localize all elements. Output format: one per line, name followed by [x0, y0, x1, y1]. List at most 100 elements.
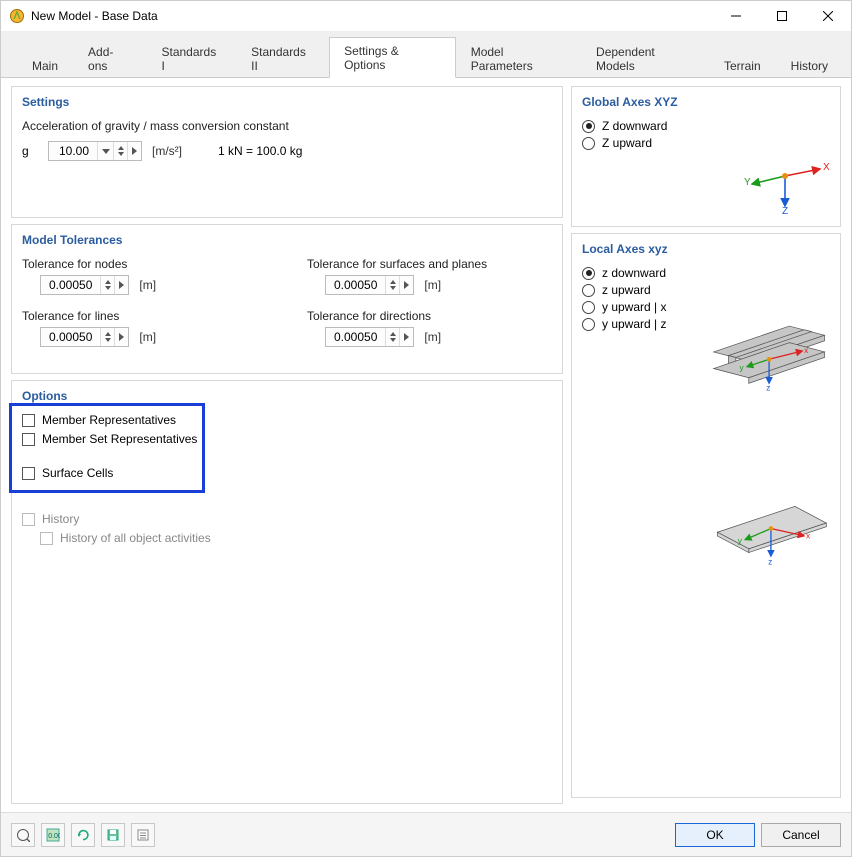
tab-addons[interactable]: Add-ons — [73, 38, 146, 78]
tab-terrain[interactable]: Terrain — [709, 52, 776, 78]
global-axes-preview: X Y Z — [582, 154, 830, 214]
svg-text:Y: Y — [744, 177, 751, 188]
settings-panel: Settings Acceleration of gravity / mass … — [11, 86, 563, 218]
close-button[interactable] — [805, 1, 851, 31]
titlebar: New Model - Base Data — [1, 1, 851, 31]
checkbox-icon — [40, 532, 53, 545]
tol-lines-spinner[interactable]: 0.00050 — [40, 327, 129, 347]
spinner-updown-icon — [100, 276, 114, 294]
g-unit: [m/s²] — [152, 144, 182, 158]
g-label: g — [22, 144, 42, 158]
g-value: 10.00 — [49, 144, 97, 158]
footer: 0.00 OK Cancel — [1, 812, 851, 856]
cancel-button-label: Cancel — [782, 828, 819, 842]
svg-text:z: z — [766, 383, 770, 393]
spinner-updown-icon — [385, 328, 399, 346]
accel-label: Acceleration of gravity / mass conversio… — [22, 119, 552, 133]
checkbox-icon — [22, 433, 35, 446]
spinner-updown-icon — [385, 276, 399, 294]
tolerances-panel: Model Tolerances Tolerance for nodes 0.0… — [11, 224, 563, 374]
arrow-right-icon — [114, 328, 128, 346]
tol-surfaces-spinner[interactable]: 0.00050 — [325, 275, 414, 295]
global-axes-panel: Global Axes XYZ Z downward Z upward X Y — [571, 86, 841, 227]
radio-local-z-upward[interactable]: z upward — [582, 283, 830, 297]
arrow-right-icon — [399, 276, 413, 294]
spinner-updown-icon — [100, 328, 114, 346]
tol-nodes-unit: [m] — [139, 278, 156, 292]
local-axes-beam-preview: x y z — [582, 306, 830, 396]
tol-nodes-value: 0.00050 — [41, 278, 100, 292]
tab-settings-options[interactable]: Settings & Options — [329, 37, 456, 78]
checkbox-label: Member Set Representatives — [42, 432, 197, 446]
radio-icon — [582, 120, 595, 133]
checkbox-history-all: History of all object activities — [40, 531, 552, 545]
radio-label: z downward — [602, 266, 666, 280]
footer-tool-list[interactable] — [131, 823, 155, 847]
ok-button[interactable]: OK — [675, 823, 755, 847]
ok-button-label: OK — [706, 828, 723, 842]
tol-surfaces-label: Tolerance for surfaces and planes — [307, 257, 552, 271]
tol-nodes-spinner[interactable]: 0.00050 — [40, 275, 129, 295]
tol-nodes-label: Tolerance for nodes — [22, 257, 267, 271]
checkbox-surface-cells[interactable]: Surface Cells — [22, 466, 552, 480]
tol-directions-spinner[interactable]: 0.00050 — [325, 327, 414, 347]
arrow-right-icon — [114, 276, 128, 294]
options-panel: Options Member Representatives Member Se… — [11, 380, 563, 804]
minimize-button[interactable] — [713, 1, 759, 31]
checkbox-member-set-reps[interactable]: Member Set Representatives — [22, 432, 552, 446]
footer-tool-precision[interactable]: 0.00 — [41, 823, 65, 847]
settings-title: Settings — [22, 95, 552, 109]
radio-z-downward[interactable]: Z downward — [582, 119, 830, 133]
window-title: New Model - Base Data — [31, 9, 158, 23]
local-axes-title: Local Axes xyz — [582, 242, 830, 256]
tolerances-title: Model Tolerances — [22, 233, 552, 247]
tab-model-parameters[interactable]: Model Parameters — [456, 38, 581, 78]
svg-text:X: X — [823, 162, 830, 173]
checkbox-history[interactable]: History — [22, 512, 552, 526]
radio-label: Z downward — [602, 119, 667, 133]
footer-tool-save[interactable] — [101, 823, 125, 847]
svg-text:Z: Z — [782, 206, 788, 214]
content-area: Settings Acceleration of gravity / mass … — [1, 77, 851, 812]
options-title: Options — [22, 389, 552, 403]
tab-standards-1[interactable]: Standards I — [146, 38, 236, 78]
checkbox-icon — [22, 513, 35, 526]
tab-dependent-models[interactable]: Dependent Models — [581, 38, 709, 78]
tol-lines-label: Tolerance for lines — [22, 309, 267, 323]
checkbox-member-reps[interactable]: Member Representatives — [22, 413, 552, 427]
cancel-button[interactable]: Cancel — [761, 823, 841, 847]
g-value-spinner[interactable]: 10.00 — [48, 141, 142, 161]
checkbox-label: History — [42, 512, 79, 526]
spinner-updown-icon — [113, 142, 127, 160]
tab-main[interactable]: Main — [17, 52, 73, 78]
checkbox-label: History of all object activities — [60, 531, 211, 545]
footer-tool-help[interactable] — [11, 823, 35, 847]
local-axes-panel: Local Axes xyz z downward z upward y upw… — [571, 233, 841, 798]
tol-directions-value: 0.00050 — [326, 330, 385, 344]
tol-surfaces-value: 0.00050 — [326, 278, 385, 292]
checkbox-label: Member Representatives — [42, 413, 176, 427]
svg-text:0.00: 0.00 — [48, 833, 60, 840]
radio-icon — [582, 267, 595, 280]
local-axes-plane-preview: x y z — [582, 490, 830, 580]
tol-surfaces-unit: [m] — [424, 278, 441, 292]
tab-history[interactable]: History — [776, 52, 843, 78]
tabstrip: Main Add-ons Standards I Standards II Se… — [1, 31, 851, 77]
radio-label: z upward — [602, 283, 651, 297]
global-axes-title: Global Axes XYZ — [582, 95, 830, 109]
tol-directions-unit: [m] — [424, 330, 441, 344]
arrow-right-icon — [127, 142, 141, 160]
conversion-text: 1 kN = 100.0 kg — [218, 144, 302, 158]
radio-local-z-downward[interactable]: z downward — [582, 266, 830, 280]
radio-icon — [582, 137, 595, 150]
arrow-right-icon — [399, 328, 413, 346]
footer-tool-refresh[interactable] — [71, 823, 95, 847]
radio-icon — [582, 284, 595, 297]
svg-text:z: z — [768, 557, 772, 567]
chevron-down-icon — [97, 142, 113, 160]
checkbox-label: Surface Cells — [42, 466, 113, 480]
radio-z-upward[interactable]: Z upward — [582, 136, 830, 150]
tab-standards-2[interactable]: Standards II — [236, 38, 329, 78]
checkbox-icon — [22, 414, 35, 427]
maximize-button[interactable] — [759, 1, 805, 31]
